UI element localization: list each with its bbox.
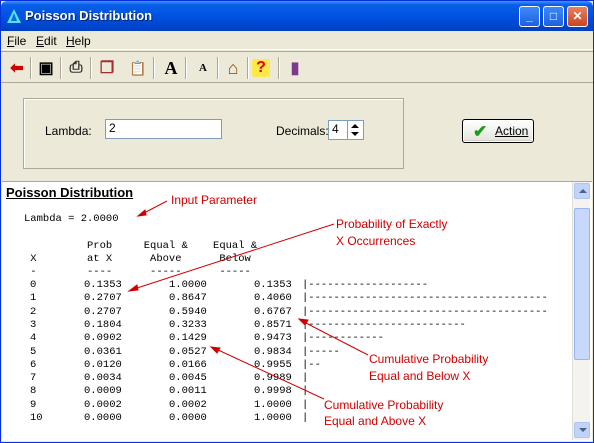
title-bar[interactable]: Poisson Distribution _ □ ✕ — [1, 1, 593, 31]
decimals-value: 4 — [332, 122, 339, 136]
scroll-up-icon — [579, 189, 587, 193]
arrow-cum-above — [215, 348, 325, 400]
font-smaller-icon[interactable]: A — [192, 57, 214, 79]
arrowhead-cum-above — [209, 346, 221, 354]
print-icon[interactable]: ⎙ — [65, 57, 87, 79]
toolbar-separator — [90, 57, 92, 79]
annotation-input-parameter: Input Parameter — [171, 193, 258, 207]
back-icon[interactable]: ⬅ — [6, 57, 28, 79]
home-icon[interactable]: ⌂ — [222, 57, 244, 79]
help-icon[interactable]: ? — [252, 59, 270, 77]
arrow-cum-below — [303, 321, 369, 356]
toolbar-separator — [278, 57, 280, 79]
annotation-prob-exactly-line2: X Occurrences — [336, 234, 416, 248]
exit-icon[interactable]: ▮ — [284, 57, 306, 79]
output-pane[interactable]: Poisson Distribution Lambda = 2.0000 Pro… — [2, 181, 592, 441]
toolbar-separator — [60, 57, 62, 79]
toolbar-separator — [153, 57, 155, 79]
scrollbar-thumb[interactable] — [574, 208, 590, 360]
save-icon[interactable]: ▣ — [35, 57, 57, 79]
action-button-label: Action — [495, 124, 529, 138]
font-larger-icon[interactable]: A — [160, 57, 182, 79]
toolbar-separator — [247, 57, 249, 79]
app-window: Poisson Distribution _ □ ✕ File Edit Hel… — [0, 0, 594, 443]
scroll-up-button[interactable] — [574, 183, 590, 199]
menu-edit[interactable]: Edit — [36, 34, 57, 48]
maximize-button[interactable]: □ — [543, 6, 564, 27]
arrowhead-cum-below — [297, 318, 309, 326]
spin-down-icon[interactable] — [351, 132, 359, 136]
decimals-spin-buttons[interactable] — [347, 121, 363, 139]
toolbar-separator — [30, 57, 32, 79]
annotation-cum-below-line1: Cumulative Probability — [369, 352, 489, 366]
toolbar-separator — [185, 57, 187, 79]
lambda-label: Lambda: — [45, 124, 92, 138]
app-icon — [7, 9, 21, 23]
close-button[interactable]: ✕ — [567, 6, 588, 27]
arrowhead-prob-exactly — [127, 284, 139, 292]
copy-icon[interactable]: ❐ — [96, 57, 118, 79]
menu-help-label: elp — [74, 34, 91, 48]
annotation-cum-above-line2: Equal and Above X — [324, 414, 427, 428]
annotation-arrows — [127, 200, 369, 400]
arrow-prob-exactly — [133, 223, 335, 290]
annotation-cum-below-line2: Equal and Below X — [369, 369, 471, 383]
decimals-spinner[interactable]: 4 — [328, 120, 364, 140]
window-title: Poisson Distribution — [25, 8, 153, 23]
checkmark-icon: ✔ — [473, 122, 488, 141]
menu-help-accel: H — [66, 34, 75, 48]
annotation-prob-exactly-line1: Probability of Exactly — [336, 217, 448, 231]
menu-file[interactable]: File — [7, 34, 26, 48]
toolbar-separator — [217, 57, 219, 79]
lambda-input[interactable]: 2 — [105, 119, 222, 139]
menu-file-label: ile — [14, 34, 27, 48]
vertical-scrollbar[interactable] — [572, 182, 590, 440]
toolbar: ⬅ ▣ ⎙ ❐ 📋 A A ⌂ ? ▮ — [1, 51, 593, 83]
menu-help[interactable]: Help — [66, 34, 91, 48]
menu-edit-accel: E — [36, 34, 45, 48]
paste-icon[interactable]: 📋 — [127, 57, 149, 79]
arrowhead-input-parameter — [136, 209, 147, 217]
scroll-down-icon — [579, 428, 587, 432]
annotation-cum-above-line1: Cumulative Probability — [324, 398, 444, 412]
action-button[interactable]: ✔ Action — [462, 119, 534, 143]
spin-up-icon[interactable] — [351, 124, 359, 128]
scroll-down-button[interactable] — [574, 422, 590, 438]
minimize-button[interactable]: _ — [519, 6, 540, 27]
decimals-label: Decimals: — [276, 124, 329, 138]
menu-bar: File Edit Help — [1, 31, 593, 50]
menu-edit-label: dit — [44, 34, 57, 48]
